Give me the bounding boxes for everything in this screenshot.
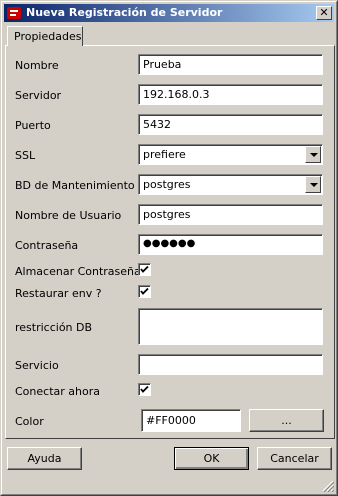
checkmark-icon	[140, 287, 149, 295]
color-input[interactable]: #FF0000	[141, 409, 241, 432]
servidor-label: Servidor	[15, 89, 62, 102]
resize-grip-icon[interactable]	[322, 480, 334, 492]
usuario-label: Nombre de Usuario	[15, 209, 122, 222]
tab-propiedades[interactable]: Propiedades	[7, 26, 83, 46]
close-button[interactable]: ✕	[316, 6, 332, 20]
nombre-input[interactable]: Prueba	[138, 54, 323, 75]
restaurar-label: Restaurar env ?	[15, 287, 102, 300]
servidor-value: 192.168.0.3	[143, 88, 210, 101]
color-label: Color	[15, 415, 44, 428]
conectar-checkbox[interactable]	[138, 383, 151, 396]
bd-label: BD de Mantenimiento	[15, 179, 135, 192]
checkmark-icon	[140, 385, 149, 393]
usuario-input[interactable]: postgres	[138, 204, 323, 225]
cancel-button[interactable]: Cancelar	[257, 447, 332, 470]
tab-label: Propiedades	[14, 30, 82, 43]
puerto-input[interactable]: 5432	[138, 114, 323, 135]
color-picker-label: ...	[281, 414, 292, 427]
nombre-label: Nombre	[15, 59, 59, 72]
ssl-value: prefiere	[143, 148, 186, 161]
nombre-value: Prueba	[143, 58, 182, 71]
servicio-input[interactable]	[138, 354, 323, 375]
restriccion-label: restricción DB	[15, 321, 93, 334]
close-icon: ✕	[319, 6, 329, 19]
servidor-input[interactable]: 192.168.0.3	[138, 84, 323, 105]
ssl-select[interactable]: prefiere	[138, 144, 323, 165]
restriccion-input[interactable]	[138, 308, 323, 345]
ok-label: OK	[203, 452, 220, 465]
conectar-label: Conectar ahora	[15, 385, 100, 398]
ok-button[interactable]: OK	[174, 447, 249, 470]
cancel-label: Cancelar	[270, 452, 319, 465]
dialog-window: Nueva Registración de Servidor ✕ Propied…	[0, 0, 338, 496]
almacenar-label: Almacenar Contraseña	[15, 265, 141, 278]
elephant-icon	[7, 7, 21, 19]
window-title: Nueva Registración de Servidor	[26, 6, 223, 19]
servicio-label: Servicio	[15, 359, 59, 372]
bd-dropdown-icon[interactable]	[305, 176, 321, 193]
puerto-label: Puerto	[15, 119, 51, 132]
password-input[interactable]: ●●●●●●	[138, 234, 323, 255]
color-picker-button[interactable]: ...	[249, 409, 324, 432]
bd-select[interactable]: postgres	[138, 174, 323, 195]
password-value: ●●●●●●	[143, 238, 196, 249]
usuario-value: postgres	[143, 208, 191, 221]
ssl-dropdown-icon[interactable]	[305, 146, 321, 163]
help-label: Ayuda	[27, 452, 62, 465]
restaurar-checkbox[interactable]	[138, 285, 151, 298]
almacenar-checkbox[interactable]	[138, 263, 151, 276]
color-value: #FF0000	[146, 414, 196, 427]
title-bar[interactable]: Nueva Registración de Servidor ✕	[4, 4, 334, 22]
bd-value: postgres	[143, 178, 191, 191]
puerto-value: 5432	[143, 118, 171, 131]
checkmark-icon	[140, 265, 149, 273]
ssl-label: SSL	[15, 149, 36, 162]
password-label: Contraseña	[15, 239, 79, 252]
help-button[interactable]: Ayuda	[7, 447, 82, 470]
